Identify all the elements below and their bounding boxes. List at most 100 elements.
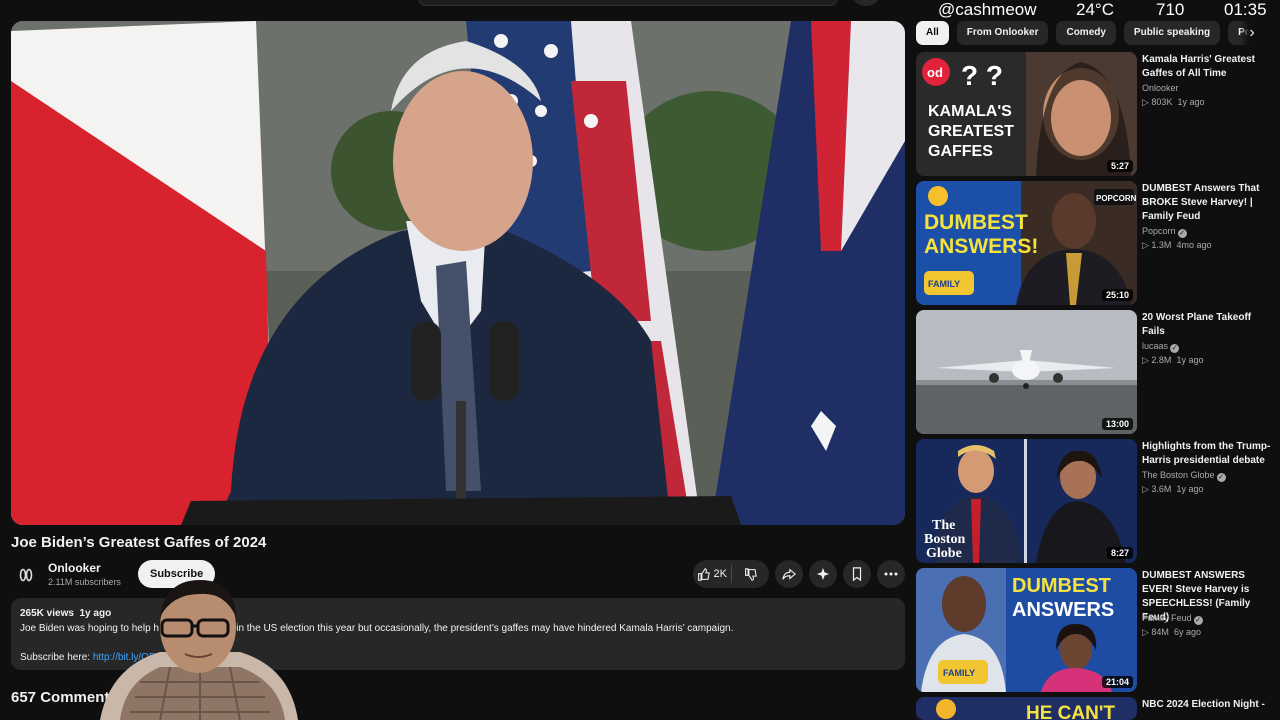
verified-icon: ✓	[1177, 229, 1187, 238]
video-thumbnail[interactable]: od ? ? KAMALA'S GREATEST GAFFES 5:27	[916, 52, 1137, 176]
stream-overlay: @cashmeow 24°C 710 01:35	[910, 0, 1280, 22]
view-count: 84M	[1151, 627, 1169, 637]
upload-age: 1y ago	[1176, 484, 1204, 494]
thumb-text-line: Boston	[924, 532, 965, 547]
recommended-video-title[interactable]: Highlights from the Trump-Harris preside…	[1142, 440, 1272, 468]
recommended-channel[interactable]: Popcorn ✓	[1142, 226, 1187, 238]
view-count: 3.6M	[1151, 484, 1172, 494]
thumbs-down-icon	[744, 567, 757, 581]
upload-age: 6y ago	[1173, 627, 1201, 637]
video-duration: 21:04	[1101, 676, 1133, 688]
svg-text:FAMILY: FAMILY	[928, 279, 960, 289]
thumb-text-line: Globe	[926, 546, 962, 561]
recommended-video[interactable]: HE CAN'T NBC 2024 Election Night -	[916, 697, 1268, 720]
recommended-video[interactable]: The Boston Globe 8:27 Highlights from th…	[916, 439, 1270, 563]
view-count: 803K	[1151, 97, 1173, 107]
recommended-channel[interactable]: Family Feud ✓	[1142, 613, 1203, 625]
verified-icon: ✓	[1170, 344, 1180, 353]
filter-chips: All From Onlooker Comedy Public speaking…	[916, 21, 1262, 45]
channel-name[interactable]: Onlooker	[48, 561, 101, 575]
video-title: Joe Biden’s Greatest Gaffes of 2024	[11, 534, 267, 551]
verified-icon: ✓	[1193, 616, 1203, 625]
recommended-video[interactable]: POPCORN DUMBEST ANSWERS! FAMILY 25:10 DU…	[916, 181, 1268, 305]
webcam-overlay	[100, 580, 298, 720]
svg-text:? ?: ? ?	[961, 60, 1003, 91]
search-bar[interactable]	[418, 0, 838, 6]
overlay-temperature: 24°C	[1076, 0, 1114, 19]
upload-age: 1y ago	[1177, 97, 1205, 107]
chevron-right-icon: ›	[1249, 24, 1255, 41]
svg-text:FAMILY: FAMILY	[943, 668, 975, 678]
thumb-text-line: DUMBEST	[924, 211, 1028, 234]
recommended-video-title[interactable]: NBC 2024 Election Night -	[1142, 698, 1268, 712]
more-horizontal-icon	[884, 572, 898, 576]
recommended-video-title[interactable]: Kamala Harris' Greatest Gaffes of All Ti…	[1142, 53, 1272, 81]
thumbnail-image	[916, 310, 1137, 434]
thumb-text-line: DUMBEST	[1012, 575, 1111, 597]
upload-age: 4mo ago	[1176, 240, 1212, 250]
video-thumbnail[interactable]: POPCORN DUMBEST ANSWERS! FAMILY 25:10	[916, 181, 1137, 305]
sparkle-icon	[816, 567, 830, 581]
recommended-channel[interactable]: Onlooker	[1142, 83, 1179, 93]
thumb-text-line: GREATEST	[928, 123, 1014, 140]
recommended-meta: ▷ 1.3M 4mo ago	[1142, 240, 1212, 250]
thumbnail-image: POPCORN DUMBEST ANSWERS! FAMILY	[916, 181, 1137, 305]
like-button[interactable]: 2K	[693, 567, 731, 581]
video-thumbnail[interactable]: 13:00	[916, 310, 1137, 434]
description-text-end: win the US election this year but occasi…	[229, 623, 734, 634]
video-frame	[11, 21, 905, 525]
chip-from-onlooker[interactable]: From Onlooker	[956, 21, 1049, 45]
recommended-video[interactable]: 13:00 20 Worst Plane Takeoff Fails lucaa…	[916, 310, 1268, 434]
video-actions: 2K	[693, 560, 905, 590]
ask-button[interactable]	[809, 560, 837, 588]
chip-all[interactable]: All	[916, 21, 949, 45]
chip-public-speaking[interactable]: Public speaking	[1123, 21, 1221, 45]
recommended-video[interactable]: FAMILY DUMBEST ANSWERS 21:04 DUMBEST ANS…	[916, 568, 1268, 692]
video-thumbnail[interactable]: HE CAN'T	[916, 697, 1137, 720]
video-duration: 8:27	[1106, 547, 1133, 559]
thumbs-up-icon	[697, 567, 710, 581]
thumb-text-line: ANSWERS	[1012, 599, 1114, 621]
thumbnail-image: HE CAN'T	[916, 697, 1137, 720]
recommended-meta: ▷ 84M 6y ago	[1142, 627, 1201, 637]
view-count: 1.3M	[1151, 240, 1172, 250]
thumb-text-line: HE CAN'T	[1026, 703, 1115, 720]
chip-comedy[interactable]: Comedy	[1056, 21, 1116, 45]
thumb-text-line: The	[932, 518, 955, 533]
recommended-channel[interactable]: The Boston Globe ✓	[1142, 470, 1226, 482]
share-button[interactable]	[775, 560, 803, 588]
thumbnail-image: FAMILY DUMBEST ANSWERS	[916, 568, 1137, 692]
view-count: 265K views	[20, 608, 74, 619]
video-duration: 25:10	[1101, 289, 1133, 301]
video-duration: 5:27	[1106, 160, 1133, 172]
like-dislike-group: 2K	[693, 560, 769, 588]
video-duration: 13:00	[1101, 418, 1133, 430]
video-thumbnail[interactable]: FAMILY DUMBEST ANSWERS 21:04	[916, 568, 1137, 692]
recommended-meta: ▷ 803K 1y ago	[1142, 97, 1205, 107]
onlooker-logo-icon	[19, 568, 33, 582]
recommended-meta: ▷ 2.8M 1y ago	[1142, 355, 1204, 365]
upload-age: 1y ago	[1176, 355, 1204, 365]
thumb-text-line: GAFFES	[928, 143, 993, 160]
chips-next-button[interactable]: ›	[1240, 21, 1264, 45]
recommended-channel[interactable]: lucaas ✓	[1142, 341, 1180, 353]
thumbnail-image: od ? ? KAMALA'S GREATEST GAFFES	[916, 52, 1137, 176]
overlay-handle: @cashmeow	[938, 0, 1037, 19]
save-button[interactable]	[843, 560, 871, 588]
voice-search-button[interactable]	[853, 0, 879, 6]
recommended-video-title[interactable]: DUMBEST Answers That BROKE Steve Harvey!…	[1142, 182, 1272, 224]
share-icon	[782, 568, 796, 580]
video-thumbnail[interactable]: The Boston Globe 8:27	[916, 439, 1137, 563]
recommended-video[interactable]: od ? ? KAMALA'S GREATEST GAFFES 5:27 Kam…	[916, 52, 1268, 176]
more-actions-button[interactable]	[877, 560, 905, 588]
recommended-video-title[interactable]: 20 Worst Plane Takeoff Fails	[1142, 311, 1272, 339]
overlay-time: 01:35	[1224, 0, 1267, 19]
thumb-text-line: ANSWERS!	[924, 235, 1038, 258]
view-count: 2.8M	[1151, 355, 1172, 365]
dislike-button[interactable]	[732, 567, 770, 581]
thumbnail-image: The Boston Globe	[916, 439, 1137, 563]
like-count: 2K	[713, 568, 727, 580]
overlay-count: 710	[1156, 0, 1185, 19]
channel-avatar[interactable]	[11, 560, 41, 590]
video-player[interactable]	[11, 21, 905, 525]
